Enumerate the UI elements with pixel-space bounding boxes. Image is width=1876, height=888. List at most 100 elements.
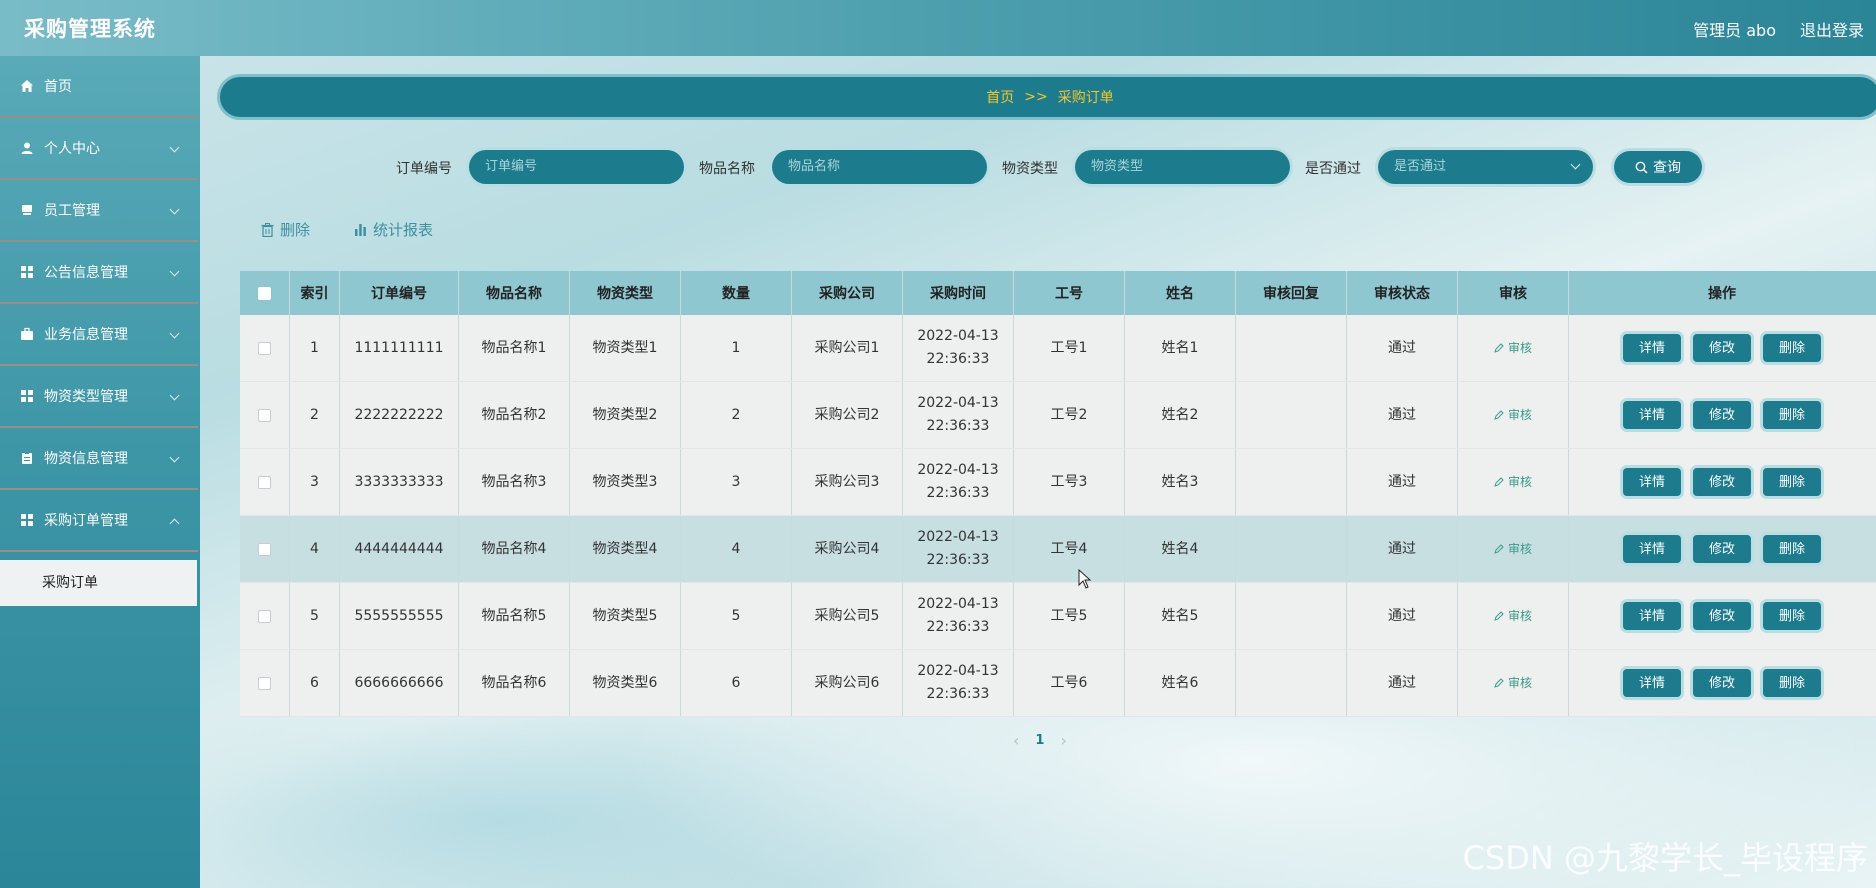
detail-button[interactable]: 详情 xyxy=(1623,401,1681,429)
order-no-input[interactable]: 订单编号 xyxy=(469,150,684,184)
row-checkbox[interactable] xyxy=(258,475,271,489)
purchase-date: 2022-04-13 xyxy=(917,328,999,344)
employee-no-cell: 工号5 xyxy=(1014,583,1125,649)
sidebar-item-label: 采购订单管理 xyxy=(44,513,128,529)
sidebar-item-label: 员工管理 xyxy=(44,203,100,219)
audit-reply-cell xyxy=(1236,315,1347,381)
delete-button[interactable]: 删除 xyxy=(1763,468,1821,496)
order-no-label: 订单编号 xyxy=(396,161,452,177)
row-checkbox[interactable] xyxy=(258,609,271,623)
order-no-cell: 5555555555 xyxy=(340,583,459,649)
edit-button[interactable]: 修改 xyxy=(1693,334,1751,362)
search-icon xyxy=(1635,161,1648,173)
row-checkbox[interactable] xyxy=(258,676,271,690)
item-name-cell: 物品名称3 xyxy=(459,449,570,515)
operations-cell: 详情 修改 删除 xyxy=(1569,382,1875,448)
prev-page-button[interactable]: ‹ xyxy=(1013,731,1019,750)
quantity-cell: 2 xyxy=(681,382,792,448)
index-cell: 6 xyxy=(290,650,340,716)
top-bar: 采购管理系统 管理员 abo 退出登录 xyxy=(0,0,1876,56)
audit-link[interactable]: 审核 xyxy=(1494,605,1532,628)
edit-icon xyxy=(1494,678,1504,688)
trash-icon xyxy=(261,222,274,237)
edit-icon xyxy=(1494,611,1504,621)
sidebar-item-label: 业务信息管理 xyxy=(44,327,128,343)
audit-link[interactable]: 审核 xyxy=(1494,337,1532,360)
material-type-input[interactable]: 物资类型 xyxy=(1075,150,1290,184)
batch-delete-button[interactable]: 删除 xyxy=(261,219,310,240)
sidebar-item-announcement[interactable]: 公告信息管理 xyxy=(0,242,198,304)
sidebar-item-material-type[interactable]: 物资类型管理 xyxy=(0,366,198,428)
index-cell: 1 xyxy=(290,315,340,381)
name-cell: 姓名1 xyxy=(1125,315,1236,381)
row-checkbox[interactable] xyxy=(258,408,271,422)
employee-no-cell: 工号2 xyxy=(1014,382,1125,448)
page-number[interactable]: 1 xyxy=(1035,733,1044,748)
sidebar-item-home[interactable]: 首页 xyxy=(0,56,198,118)
edit-button[interactable]: 修改 xyxy=(1693,401,1751,429)
delete-button[interactable]: 删除 xyxy=(1763,535,1821,563)
delete-button[interactable]: 删除 xyxy=(1763,401,1821,429)
audit-link[interactable]: 审核 xyxy=(1494,404,1532,427)
next-page-button[interactable]: › xyxy=(1060,731,1066,750)
row-checkbox[interactable] xyxy=(258,542,271,556)
company-cell: 采购公司5 xyxy=(792,583,903,649)
name-cell: 姓名3 xyxy=(1125,449,1236,515)
purchase-time-cell: 2022-04-13 22:36:33 xyxy=(903,382,1014,448)
chevron-down-icon xyxy=(169,204,180,215)
name-cell: 姓名6 xyxy=(1125,650,1236,716)
select-cell xyxy=(240,583,290,649)
edit-button[interactable]: 修改 xyxy=(1693,602,1751,630)
edit-button[interactable]: 修改 xyxy=(1693,669,1751,697)
sidebar-item-material-info[interactable]: 物资信息管理 xyxy=(0,428,198,490)
row-checkbox[interactable] xyxy=(258,341,271,355)
audit-link[interactable]: 审核 xyxy=(1494,471,1532,494)
detail-button[interactable]: 详情 xyxy=(1623,602,1681,630)
delete-button[interactable]: 删除 xyxy=(1763,669,1821,697)
material-type-cell: 物资类型3 xyxy=(570,449,681,515)
detail-button[interactable]: 详情 xyxy=(1623,669,1681,697)
employee-no-cell: 工号1 xyxy=(1014,315,1125,381)
edit-button[interactable]: 修改 xyxy=(1693,468,1751,496)
select-cell xyxy=(240,650,290,716)
detail-button[interactable]: 详情 xyxy=(1623,535,1681,563)
delete-button[interactable]: 删除 xyxy=(1763,334,1821,362)
detail-button[interactable]: 详情 xyxy=(1623,334,1681,362)
sidebar-item-employee[interactable]: 员工管理 xyxy=(0,180,198,242)
logout-link[interactable]: 退出登录 xyxy=(1800,17,1864,41)
detail-button[interactable]: 详情 xyxy=(1623,468,1681,496)
audit-link[interactable]: 审核 xyxy=(1494,538,1532,561)
pagination: ‹ 1 › xyxy=(1013,731,1067,750)
operations-cell: 详情 修改 删除 xyxy=(1569,650,1875,716)
edit-icon xyxy=(1494,477,1504,487)
query-button[interactable]: 查询 xyxy=(1614,151,1702,183)
audit-link-label: 审核 xyxy=(1507,675,1532,690)
column-header: 索引 xyxy=(290,271,340,315)
audit-link[interactable]: 审核 xyxy=(1494,672,1532,695)
sidebar-item-purchase-order[interactable]: 采购订单管理 xyxy=(0,490,198,552)
audit-link-label: 审核 xyxy=(1507,340,1532,355)
report-button[interactable]: 统计报表 xyxy=(354,219,433,240)
breadcrumb-current: 采购订单 xyxy=(1057,90,1114,106)
column-header: 审核回复 xyxy=(1236,271,1347,315)
sidebar-item-label: 首页 xyxy=(44,79,72,95)
sidebar-subitem-purchase-order[interactable]: 采购订单 xyxy=(0,560,197,606)
delete-button[interactable]: 删除 xyxy=(1763,602,1821,630)
sidebar-item-label: 物资信息管理 xyxy=(44,451,128,467)
material-type-cell: 物资类型2 xyxy=(570,382,681,448)
chevron-down-icon xyxy=(169,452,180,463)
table-row: 3 3333333333 物品名称3 物资类型3 3 采购公司3 2022-04… xyxy=(240,449,1876,516)
item-name-input[interactable]: 物品名称 xyxy=(772,150,987,184)
grid-icon xyxy=(21,266,33,278)
breadcrumb-home[interactable]: 首页 xyxy=(986,87,1014,107)
sidebar-item-business[interactable]: 业务信息管理 xyxy=(0,304,198,366)
purchase-time-cell: 2022-04-13 22:36:33 xyxy=(903,449,1014,515)
select-all-checkbox[interactable] xyxy=(258,286,271,300)
edit-button[interactable]: 修改 xyxy=(1693,535,1751,563)
passed-select[interactable]: 是否通过 xyxy=(1378,150,1593,184)
index-cell: 5 xyxy=(290,583,340,649)
select-cell xyxy=(240,516,290,582)
briefcase-icon xyxy=(21,327,33,340)
column-header: 物品名称 xyxy=(459,271,570,315)
audit-cell: 审核 xyxy=(1458,315,1569,381)
